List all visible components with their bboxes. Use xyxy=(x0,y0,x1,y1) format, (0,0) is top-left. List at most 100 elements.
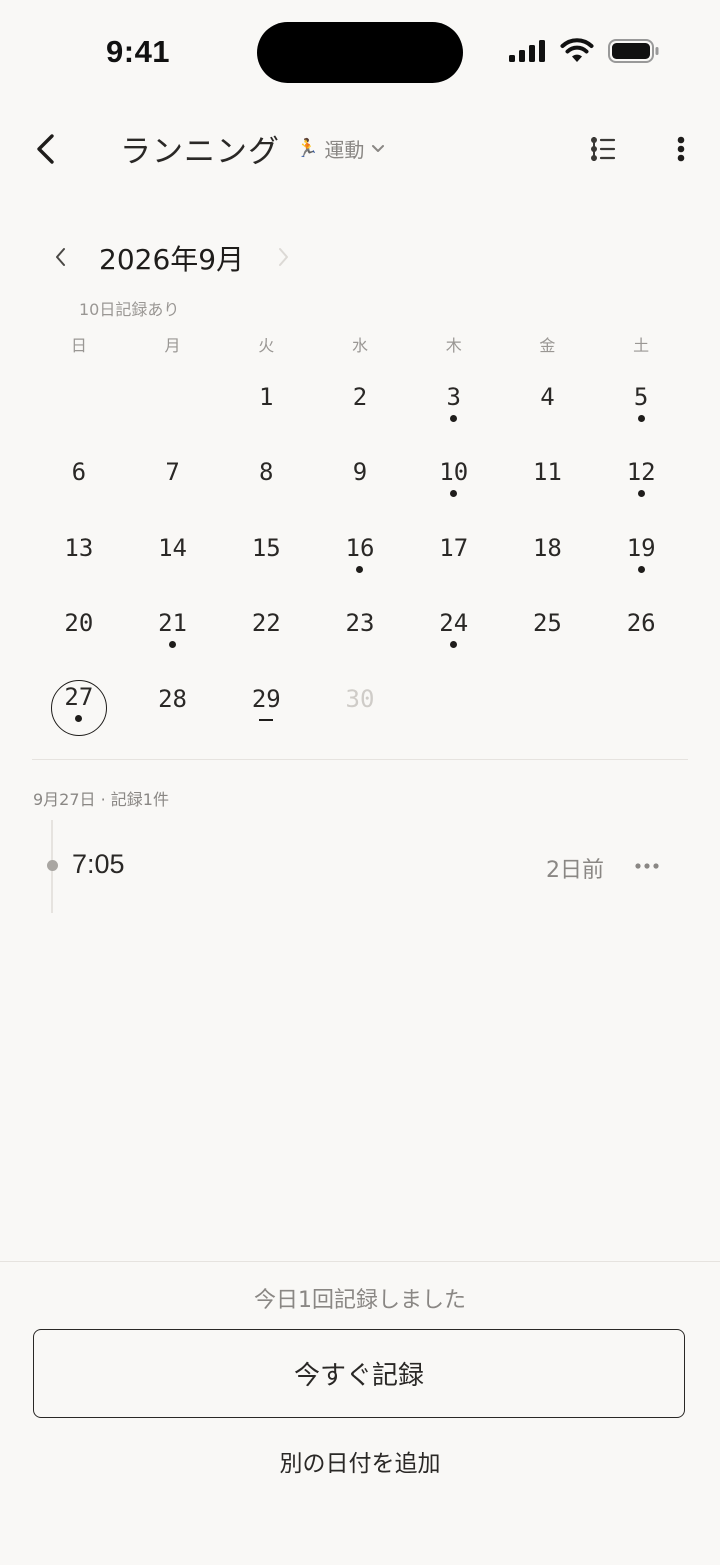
weekday-header: 日 月 火 水 木 金 土 xyxy=(32,332,688,358)
add-other-date-button[interactable]: 別の日付を追加 xyxy=(0,1444,720,1478)
calendar-day[interactable]: 24 xyxy=(407,587,501,662)
calendar-day[interactable]: 2 xyxy=(313,361,407,436)
calendar-empty-cell xyxy=(32,361,126,436)
calendar-day-number: 6 xyxy=(71,458,87,487)
calendar-day-number: 26 xyxy=(626,609,656,638)
divider xyxy=(32,759,688,760)
status-icons xyxy=(508,38,660,64)
weekday-label: 日 xyxy=(70,336,87,355)
today-marker xyxy=(259,718,274,721)
calendar-day-number: 24 xyxy=(439,609,469,638)
weekday-label: 火 xyxy=(258,336,275,355)
running-icon: 🏃 xyxy=(296,138,319,159)
calendar-day-number: 13 xyxy=(64,533,94,562)
record-summary: 10日記録あり xyxy=(79,300,180,319)
calendar-day-number: 25 xyxy=(532,609,562,638)
calendar-day[interactable]: 1 xyxy=(219,361,313,436)
calendar-day[interactable]: 7 xyxy=(126,436,220,511)
calendar-day-number: 4 xyxy=(540,383,555,411)
record-dot-indicator xyxy=(637,415,645,422)
chevron-left-icon xyxy=(56,248,65,266)
calendar-day-number: 15 xyxy=(251,533,281,562)
record-now-button[interactable]: 今すぐ記録 xyxy=(33,1329,685,1418)
calendar-day[interactable]: 20 xyxy=(32,587,126,662)
calendar-day-number: 27 xyxy=(64,682,94,711)
record-dot-indicator xyxy=(637,490,645,498)
calendar-empty-cell xyxy=(126,361,220,436)
calendar-day-number: 2 xyxy=(352,383,368,411)
calendar-day[interactable]: 14 xyxy=(126,512,220,587)
wifi-icon xyxy=(560,38,594,62)
battery-icon xyxy=(608,39,659,63)
timeline-dot xyxy=(47,860,58,871)
list-icon xyxy=(591,137,616,161)
calendar-day-selected[interactable]: 27 xyxy=(32,663,126,738)
calendar-day[interactable]: 3 xyxy=(407,361,501,436)
entry-row[interactable]: 7:05 2日前 xyxy=(40,840,680,892)
calendar-day[interactable]: 15 xyxy=(219,512,313,587)
entry-more-button[interactable] xyxy=(632,854,662,878)
calendar-day-number: 18 xyxy=(532,533,562,562)
record-dot-indicator xyxy=(637,565,645,573)
weekday-label: 水 xyxy=(351,336,368,355)
calendar-day[interactable]: 17 xyxy=(407,512,501,587)
entries-header: 9月27日 · 記録1件 xyxy=(33,790,169,809)
calendar-day-number: 17 xyxy=(439,533,469,562)
calendar-day-number: 7 xyxy=(165,458,180,487)
calendar-day[interactable]: 29 xyxy=(219,663,313,738)
entry-relative-time: 2日前 xyxy=(546,858,604,883)
record-dot-indicator xyxy=(356,565,364,573)
back-button[interactable] xyxy=(28,128,68,170)
chevron-left-icon xyxy=(37,134,54,164)
status-time: 9:41 xyxy=(106,34,171,69)
calendar-day[interactable]: 26 xyxy=(594,587,688,662)
calendar-day[interactable]: 11 xyxy=(501,436,595,511)
calendar-day[interactable]: 12 xyxy=(594,436,688,511)
calendar-day[interactable]: 18 xyxy=(501,512,595,587)
calendar-day[interactable]: 6 xyxy=(32,436,126,511)
chevron-right-icon xyxy=(279,248,288,266)
calendar-day[interactable]: 8 xyxy=(219,436,313,511)
today-summary: 今日1回記録しました xyxy=(254,1288,466,1313)
category-label: 運動 xyxy=(324,138,365,162)
list-view-button[interactable] xyxy=(586,132,618,166)
calendar-day[interactable]: 16 xyxy=(313,512,407,587)
next-month-button[interactable] xyxy=(272,242,296,272)
calendar-day-number: 19 xyxy=(626,533,656,562)
month-label: 2026年9月 xyxy=(99,243,245,276)
calendar-day-number: 29 xyxy=(251,684,281,713)
calendar-day-number: 8 xyxy=(259,458,274,487)
weekday-label: 月 xyxy=(164,336,181,355)
previous-month-button[interactable] xyxy=(48,242,72,272)
calendar-day-number: 22 xyxy=(251,609,281,638)
calendar-day-number: 30 xyxy=(345,684,375,713)
cellular-signal-icon xyxy=(509,40,545,62)
calendar-day-number: 16 xyxy=(345,533,375,562)
record-dot-indicator xyxy=(450,415,458,422)
calendar-day-number: 12 xyxy=(626,458,656,487)
page-title: ランニング xyxy=(120,134,280,170)
nav-bar: ランニング 🏃 運動 xyxy=(0,110,720,190)
calendar-day[interactable]: 4 xyxy=(501,361,595,436)
calendar-day-number: 28 xyxy=(158,684,188,713)
weekday-label: 金 xyxy=(539,336,556,355)
record-dot-indicator xyxy=(75,714,83,722)
calendar-day-number: 21 xyxy=(158,609,188,638)
more-options-button[interactable] xyxy=(668,130,694,168)
calendar-day[interactable]: 19 xyxy=(594,512,688,587)
calendar-day-number: 1 xyxy=(259,383,274,411)
category-selector[interactable]: 🏃 運動 xyxy=(296,134,386,163)
calendar-day[interactable]: 13 xyxy=(32,512,126,587)
calendar-day[interactable]: 22 xyxy=(219,587,313,662)
calendar-day-number: 10 xyxy=(439,458,469,487)
calendar-day[interactable]: 23 xyxy=(313,587,407,662)
calendar-day[interactable]: 9 xyxy=(313,436,407,511)
calendar-day[interactable]: 10 xyxy=(407,436,501,511)
calendar-day[interactable]: 5 xyxy=(594,361,688,436)
entry-time: 7:05 xyxy=(72,849,125,879)
more-vertical-icon xyxy=(677,136,685,162)
calendar-day[interactable]: 21 xyxy=(126,587,220,662)
calendar-day[interactable]: 28 xyxy=(126,663,220,738)
divider xyxy=(0,1261,720,1262)
calendar-day[interactable]: 25 xyxy=(501,587,595,662)
